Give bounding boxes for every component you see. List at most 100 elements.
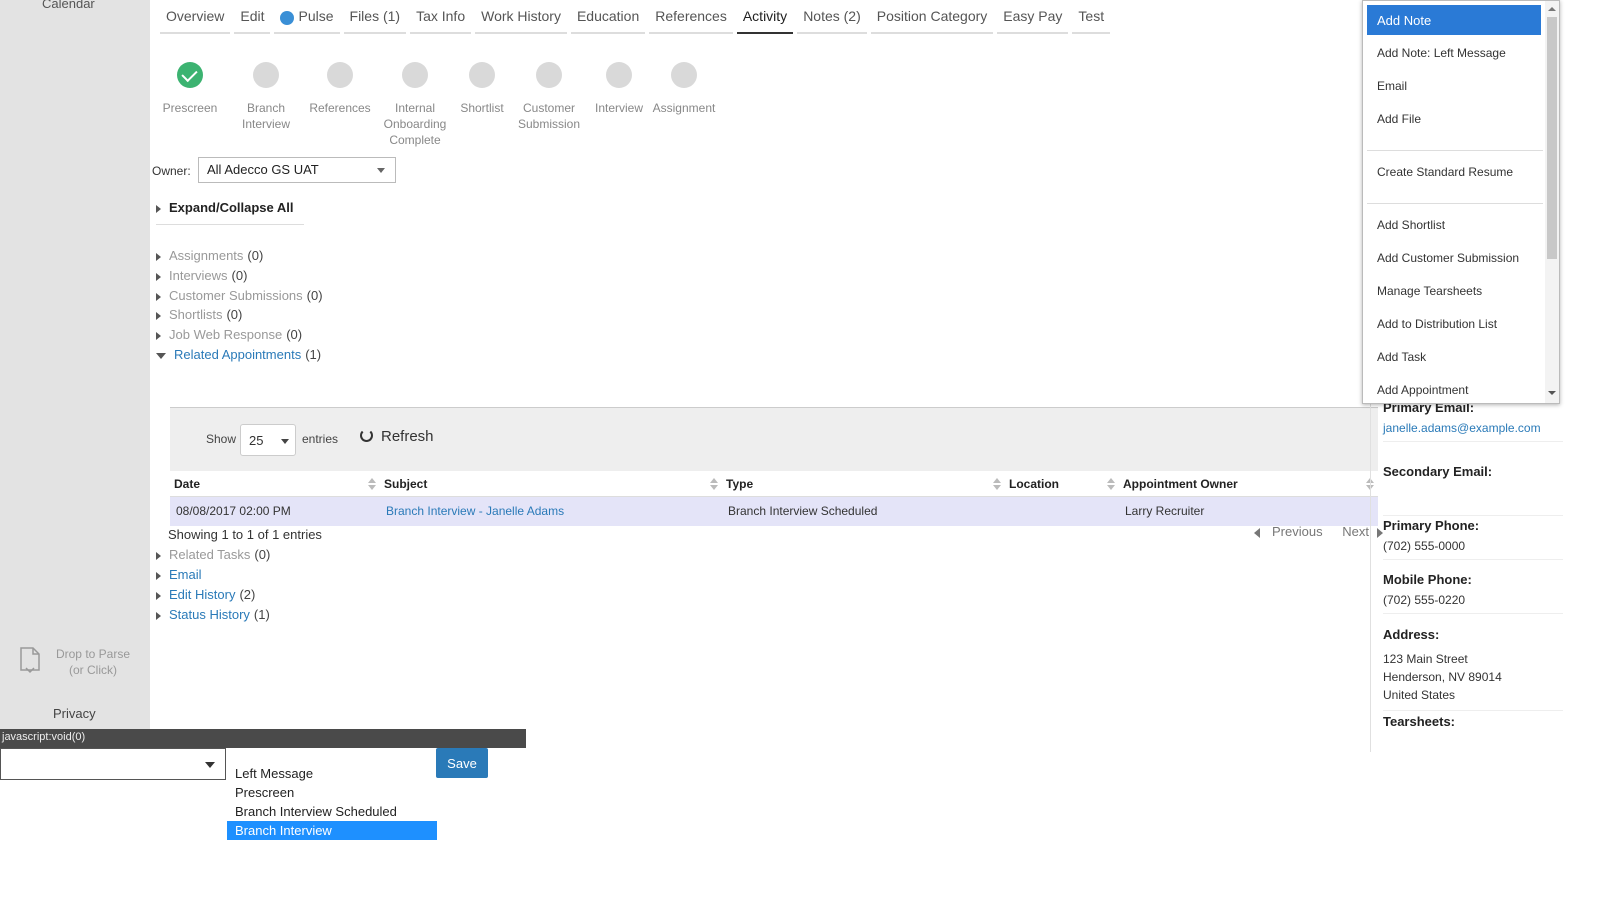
menu-item-add-shortlist[interactable]: Add Shortlist	[1367, 210, 1541, 240]
menu-separator	[1367, 203, 1543, 204]
owner-select[interactable]: All Adecco GS UAT	[198, 157, 396, 183]
section-toggle[interactable]: Interviews (0)	[156, 268, 247, 283]
note-action-option[interactable]: Left Message	[227, 764, 437, 783]
menu-item-add-note[interactable]: Add Note	[1367, 5, 1541, 35]
expand-collapse-all-toggle[interactable]: Expand/Collapse All	[156, 200, 294, 215]
tab-notes-2[interactable]: Notes (2)	[797, 6, 867, 34]
sidebar-item-calendar[interactable]: Calendar	[42, 0, 95, 11]
appointments-toolbar: Show 25 entries Refresh	[170, 407, 1378, 471]
pagination: Previous Next	[1238, 524, 1383, 539]
column-header[interactable]: Date	[170, 472, 380, 497]
column-header-label: Type	[726, 476, 754, 491]
section-toggle[interactable]: Shortlists (0)	[156, 307, 242, 322]
circle-icon	[253, 62, 279, 88]
menu-item-create-standard-resume[interactable]: Create Standard Resume	[1367, 157, 1541, 187]
note-action-option[interactable]: Prescreen	[227, 783, 437, 802]
section-toggle[interactable]: Customer Submissions (0)	[156, 288, 323, 303]
section-label: Interviews	[169, 268, 228, 283]
column-header-label: Subject	[384, 476, 428, 491]
primary-email-link[interactable]: janelle.adams@example.com	[1383, 421, 1541, 435]
tab-test[interactable]: Test	[1072, 6, 1111, 34]
section-toggle[interactable]: Email	[156, 567, 206, 582]
triangle-right-icon	[156, 292, 161, 301]
column-header[interactable]: Location	[1005, 472, 1119, 497]
tab-files-1[interactable]: Files (1)	[343, 6, 407, 34]
scroll-up-icon[interactable]	[1548, 7, 1556, 11]
show-label: Show	[206, 432, 237, 446]
privacy-link[interactable]: Privacy	[53, 706, 96, 721]
menu-item-manage-tearsheets[interactable]: Manage Tearsheets	[1367, 276, 1541, 306]
tab-easy-pay[interactable]: Easy Pay	[997, 6, 1069, 34]
scroll-down-icon[interactable]	[1548, 391, 1556, 395]
table-row[interactable]: 08/08/2017 02:00 PM Branch Interview - Ja…	[170, 496, 1378, 526]
section-count: (2)	[239, 587, 256, 602]
cell-location	[1005, 496, 1119, 526]
column-header[interactable]: Appointment Owner	[1119, 472, 1378, 497]
note-action-option[interactable]: Branch Interview	[227, 821, 437, 840]
section-label: Assignments	[169, 248, 244, 263]
section-toggle[interactable]: Edit History (2)	[156, 587, 255, 602]
menu-item-email[interactable]: Email	[1367, 71, 1541, 101]
stage-label: Assignment	[652, 101, 716, 115]
previous-button[interactable]: Previous	[1246, 524, 1323, 539]
refresh-button[interactable]: Refresh	[360, 428, 434, 445]
refresh-icon	[360, 429, 373, 442]
triangle-right-icon	[156, 311, 161, 320]
menu-item-add-customer-submission[interactable]: Add Customer Submission	[1367, 243, 1541, 273]
cell-date: 08/08/2017 02:00 PM	[170, 496, 380, 526]
circle-icon	[327, 62, 353, 88]
primary-phone-block: Primary Phone: (702) 555-0000	[1383, 518, 1563, 560]
menu-item-add-task[interactable]: Add Task	[1367, 342, 1541, 372]
pipeline-stage[interactable]: Customer Submission	[509, 62, 589, 132]
next-label: Next	[1342, 524, 1369, 539]
column-header[interactable]: Type	[722, 472, 1005, 497]
tab-overview[interactable]: Overview	[160, 6, 231, 34]
tab-label: Files (1)	[349, 8, 401, 24]
menu-item-add-file[interactable]: Add File	[1367, 104, 1541, 134]
tab-label: Activity	[742, 8, 788, 24]
menu-item-add-note-left-message[interactable]: Add Note: Left Message	[1367, 38, 1541, 68]
tab-edit[interactable]: Edit	[234, 6, 271, 34]
tab-label: Easy Pay	[1003, 8, 1063, 24]
menu-scrollbar[interactable]	[1545, 1, 1559, 403]
appointment-subject-link[interactable]: Branch Interview - Janelle Adams	[386, 504, 564, 518]
scroll-thumb[interactable]	[1547, 17, 1557, 259]
tab-references[interactable]: References	[649, 6, 733, 34]
column-header[interactable]: Subject	[380, 472, 722, 497]
section-toggle[interactable]: Related Appointments (1)	[156, 347, 321, 362]
note-action-select[interactable]	[0, 748, 226, 780]
menu-item-add-appointment[interactable]: Add Appointment	[1367, 375, 1541, 403]
document-upload-icon	[20, 647, 40, 674]
tab-tax-info[interactable]: Tax Info	[410, 6, 472, 34]
tab-pulse[interactable]: Pulse	[274, 6, 340, 34]
tab-work-history[interactable]: Work History	[475, 6, 567, 34]
section-toggle[interactable]: Assignments (0)	[156, 248, 263, 263]
section-toggle[interactable]: Related Tasks (0)	[156, 547, 270, 562]
drop-label-line1: Drop to Parse	[55, 647, 131, 661]
triangle-right-icon	[156, 272, 161, 281]
entries-per-page-select[interactable]: 25	[240, 424, 296, 456]
address-label: Address:	[1383, 627, 1440, 642]
actions-dropdown-menu: Add Note Add Note: Left Message Email Add F…	[1362, 0, 1560, 404]
menu-item-add-to-distribution-list[interactable]: Add to Distribution List	[1367, 309, 1541, 339]
pipeline-stage[interactable]: Prescreen	[150, 62, 230, 116]
save-button[interactable]: Save	[436, 748, 488, 778]
section-toggle[interactable]: Job Web Response (0)	[156, 327, 302, 342]
stage-label: Prescreen	[162, 101, 218, 115]
table-info: Showing 1 to 1 of 1 entries	[168, 527, 322, 542]
record-tabs: Overview Edit Pulse Files (1) Tax Info Work H…	[160, 6, 1114, 34]
tab-activity[interactable]: Activity	[736, 6, 794, 34]
entries-per-page-value: 25	[249, 433, 264, 448]
section-count: (1)	[253, 607, 270, 622]
tab-label: Work History	[481, 8, 561, 24]
tab-position-category[interactable]: Position Category	[870, 6, 994, 34]
note-action-option[interactable]: Branch Interview Scheduled	[227, 802, 437, 821]
owner-select-value: All Adecco GS UAT	[207, 162, 319, 177]
tab-education[interactable]: Education	[570, 6, 646, 34]
section-count: (0)	[247, 248, 264, 263]
pipeline-stage[interactable]: Assignment	[644, 62, 724, 116]
entries-label: entries	[302, 432, 339, 446]
section-toggle[interactable]: Status History (1)	[156, 607, 270, 622]
pipeline-stage[interactable]: Branch Interview	[226, 62, 306, 132]
pipeline-stage[interactable]: References	[300, 62, 380, 116]
